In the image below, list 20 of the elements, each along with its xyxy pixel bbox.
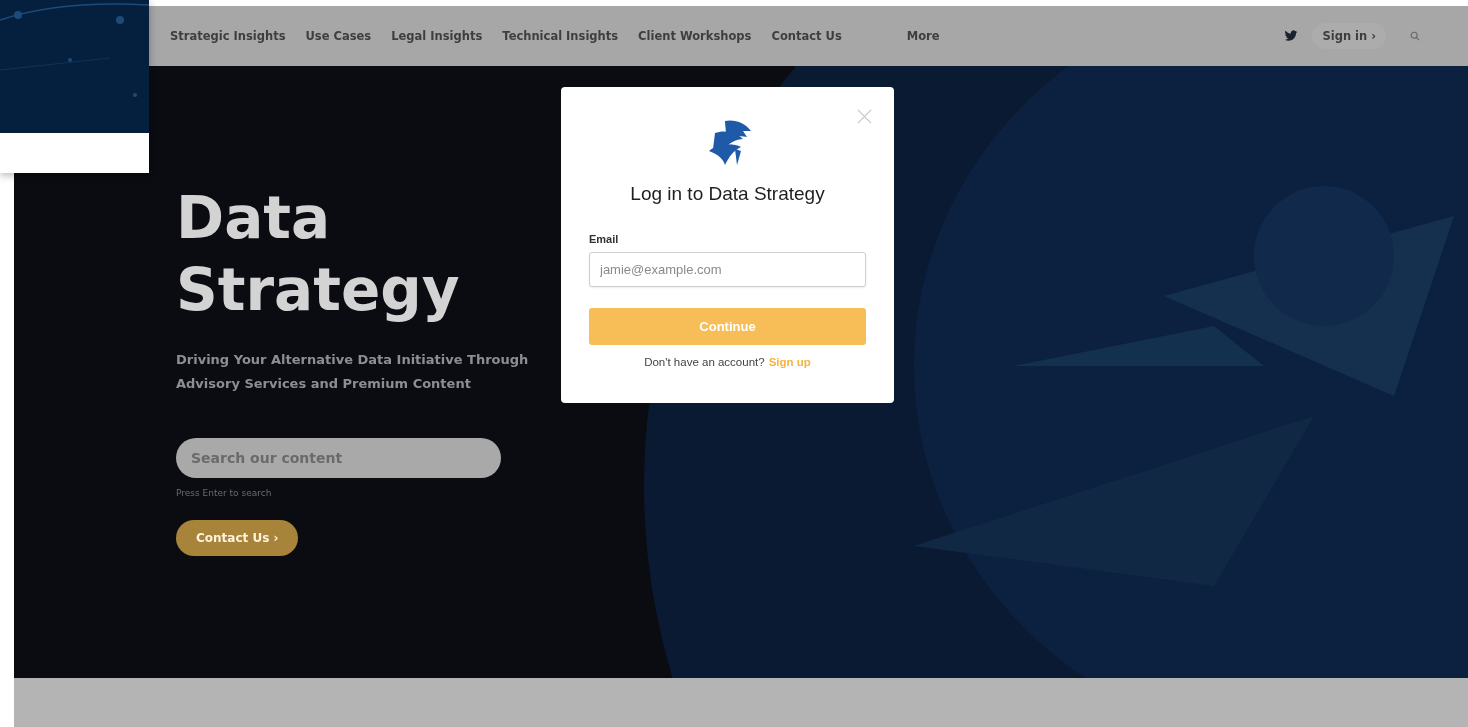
- email-field[interactable]: jamie@example.com: [589, 252, 866, 287]
- search-hint: Press Enter to search: [176, 488, 272, 498]
- search-field[interactable]: Search our content: [176, 438, 501, 478]
- nav-link[interactable]: Contact Us: [771, 29, 842, 43]
- close-icon[interactable]: [857, 109, 872, 124]
- search-icon[interactable]: [1410, 31, 1420, 41]
- dialog-title: Log in to Data Strategy: [630, 183, 825, 205]
- nav-link[interactable]: Technical Insights: [502, 29, 619, 43]
- signup-prompt: Don't have an account?: [644, 356, 765, 368]
- more-menu[interactable]: More: [906, 29, 940, 43]
- contact-button[interactable]: Contact Us ›: [176, 520, 299, 556]
- nav-link[interactable]: Strategic Insights: [170, 29, 286, 43]
- nav-link[interactable]: Legal Insights: [391, 29, 483, 43]
- sign-in-button[interactable]: Sign in ›: [1312, 23, 1386, 49]
- bird-icon[interactable]: [1284, 30, 1299, 42]
- email-label: Email: [589, 233, 619, 245]
- nav-link[interactable]: Client Workshops: [638, 29, 752, 43]
- nav-link[interactable]: Use Cases: [305, 29, 372, 43]
- hero-title: Data Strategy: [176, 183, 461, 326]
- hero-subtitle: Driving Your Alternative Data Initiative Through Advisory Services and Premium Content: [176, 351, 530, 393]
